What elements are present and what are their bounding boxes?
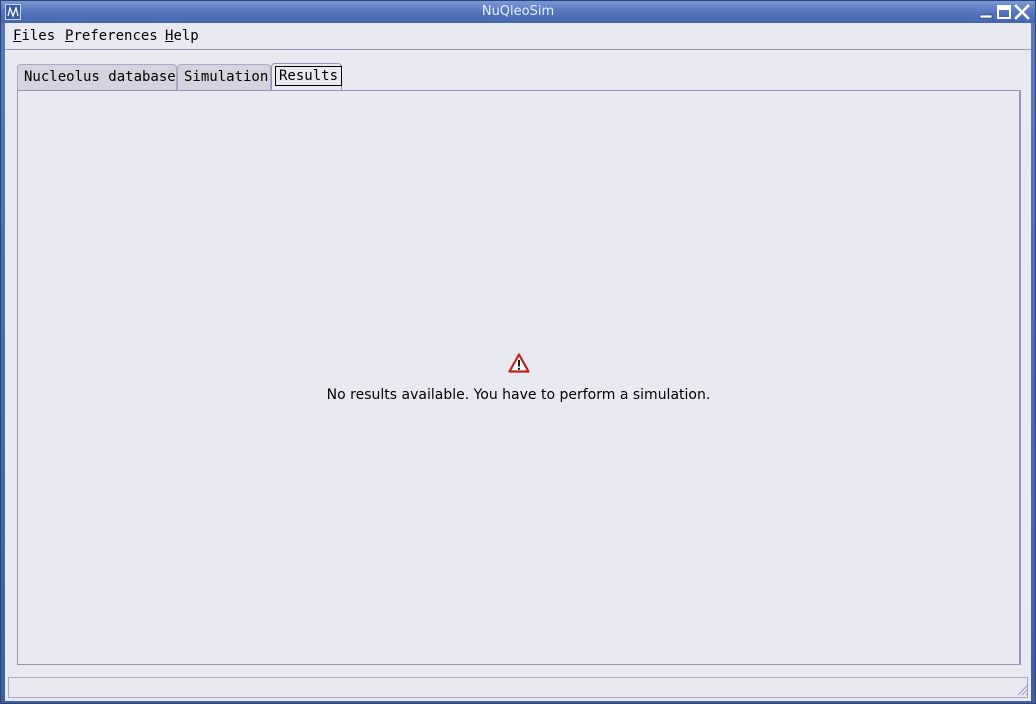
minimize-icon[interactable] bbox=[978, 4, 994, 20]
title-bar[interactable]: NuQleoSim bbox=[1, 1, 1035, 23]
status-bar bbox=[8, 677, 1028, 698]
results-panel: No results available. You have to perfor… bbox=[17, 90, 1021, 665]
app-window: NuQleoSim Files Preferences Help Nucleol… bbox=[0, 0, 1036, 704]
warning-icon bbox=[508, 353, 530, 373]
tab-label: Results bbox=[275, 66, 343, 86]
resize-grip-icon[interactable] bbox=[1015, 682, 1029, 696]
menu-files[interactable]: Files bbox=[13, 28, 55, 44]
no-results-message: No results available. You have to perfor… bbox=[326, 387, 711, 403]
menu-bar: Files Preferences Help bbox=[5, 23, 1031, 50]
tab-label: Simulation bbox=[184, 69, 269, 85]
tab-results[interactable]: Results bbox=[271, 63, 343, 92]
menu-preferences[interactable]: Preferences bbox=[65, 28, 158, 44]
client-area: Files Preferences Help Nucleolus databas… bbox=[5, 23, 1031, 701]
close-icon[interactable] bbox=[1014, 4, 1030, 20]
tab-label: Nucleolus database bbox=[24, 69, 176, 85]
tab-simulation[interactable]: Simulation bbox=[177, 64, 271, 90]
window-title: NuQleoSim bbox=[481, 4, 555, 19]
menu-help[interactable]: Help bbox=[165, 28, 199, 44]
maximize-icon[interactable] bbox=[996, 4, 1012, 20]
tab-nucleolus-database[interactable]: Nucleolus database bbox=[17, 64, 177, 90]
